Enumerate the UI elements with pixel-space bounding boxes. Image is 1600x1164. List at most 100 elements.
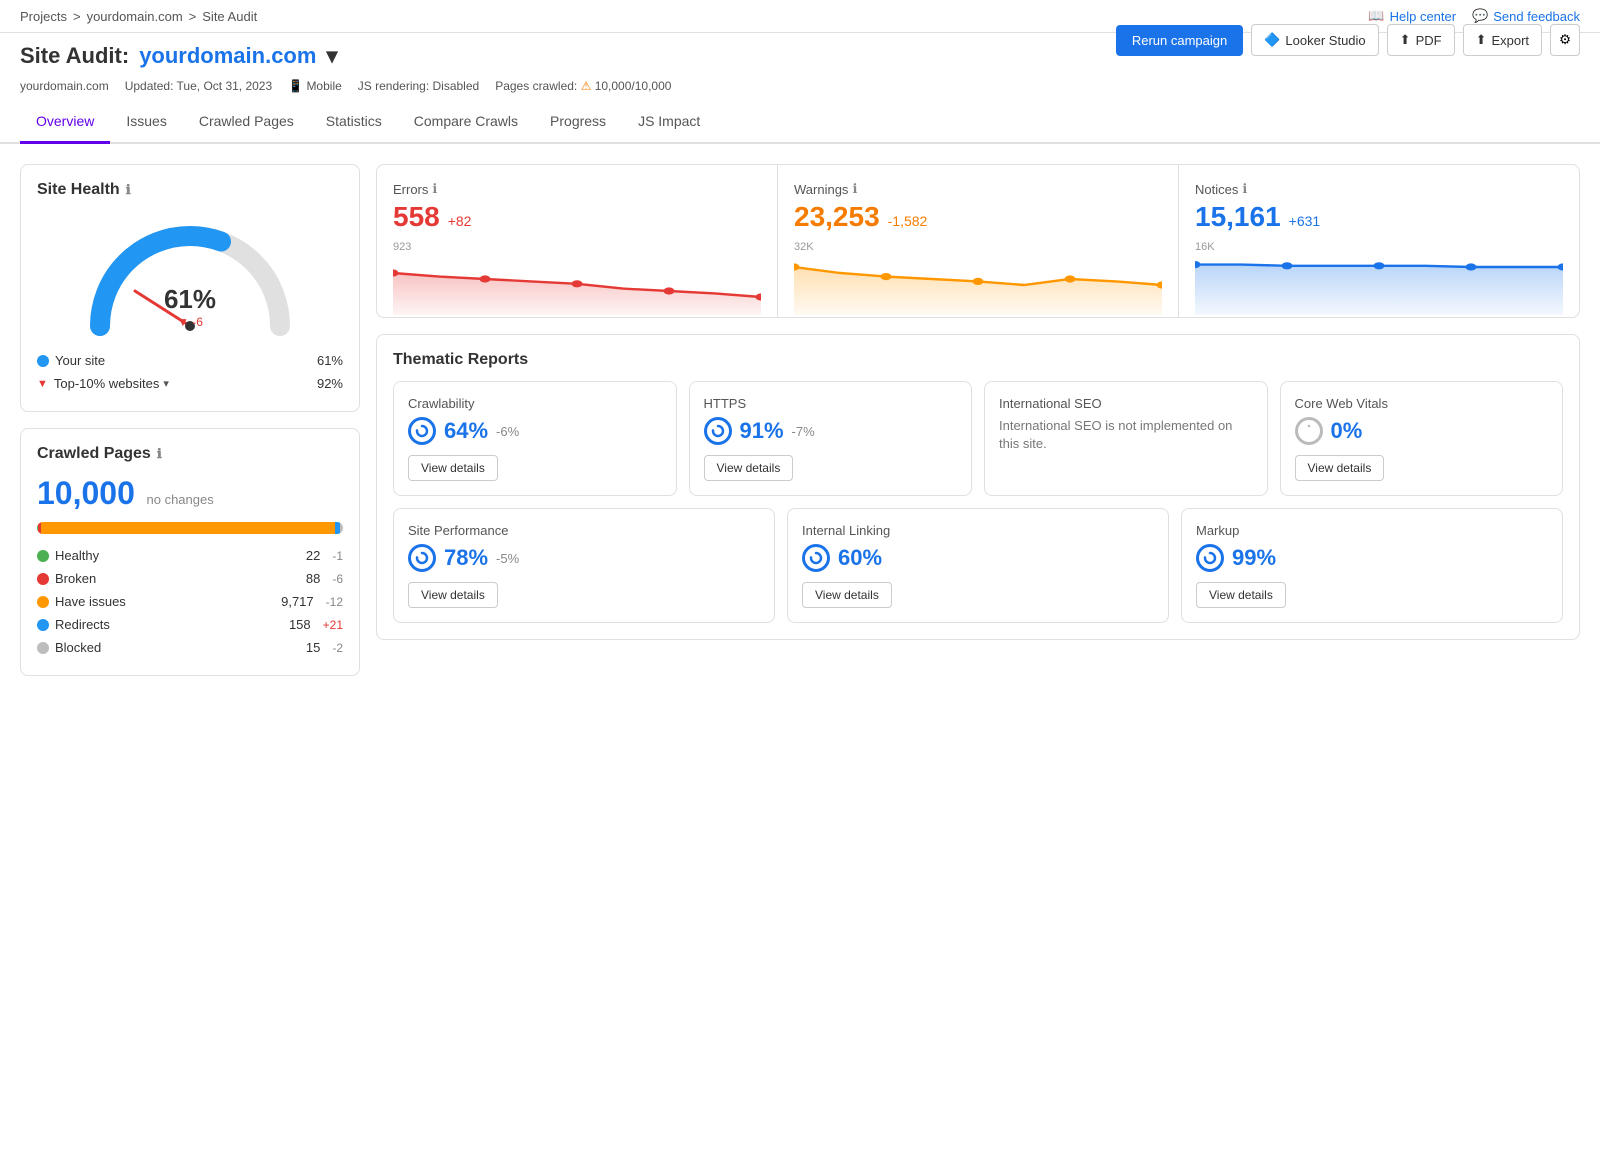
- legend-item-label: Broken: [55, 571, 96, 586]
- crawled-legend-item: Blocked 15 -2: [37, 636, 343, 659]
- score-circle-icon: [704, 417, 732, 445]
- notices-delta: +631: [1289, 213, 1321, 229]
- score-value: 91%: [740, 418, 784, 444]
- left-column: Site Health ℹ 61% ▼ -6: [20, 164, 360, 676]
- nav-tab-progress[interactable]: Progress: [534, 101, 622, 144]
- warnings-value: 23,253: [794, 201, 880, 233]
- nav-tab-compare-crawls[interactable]: Compare Crawls: [398, 101, 534, 144]
- domain-link[interactable]: yourdomain.com: [139, 43, 316, 69]
- legend-item-delta: -1: [332, 549, 343, 563]
- score-value: 99%: [1232, 545, 1276, 571]
- page-title: Site Audit: yourdomain.com ▾: [20, 43, 337, 69]
- errors-delta: +82: [448, 213, 472, 229]
- thematic-title: Thematic Reports: [393, 351, 1563, 369]
- score-circle-icon: [802, 544, 830, 572]
- report-card-core-web-vitals: Core Web Vitals 0% View details: [1280, 381, 1564, 496]
- breadcrumb-page: Site Audit: [202, 9, 257, 24]
- breadcrumb-projects[interactable]: Projects: [20, 9, 67, 24]
- nav-tab-js-impact[interactable]: JS Impact: [622, 101, 716, 144]
- report-name: Core Web Vitals: [1295, 396, 1549, 411]
- warnings-metric: Warnings ℹ 23,253 -1,582 32K: [778, 165, 1179, 317]
- rerun-button[interactable]: Rerun campaign: [1116, 25, 1243, 56]
- gauge-delta: ▼ -6: [164, 315, 216, 329]
- send-feedback-link[interactable]: 💬 Send feedback: [1472, 8, 1580, 24]
- pdf-button[interactable]: ⬆ PDF: [1387, 24, 1455, 56]
- meta-js: JS rendering: Disabled: [358, 79, 479, 93]
- warnings-label: Warnings ℹ: [794, 181, 1162, 197]
- errors-label: Errors ℹ: [393, 181, 761, 197]
- meta-bar: yourdomain.com Updated: Tue, Oct 31, 202…: [0, 75, 1600, 101]
- report-name: HTTPS: [704, 396, 958, 411]
- circle-progress-svg: [808, 550, 824, 566]
- feedback-icon: 💬: [1472, 8, 1488, 24]
- pdf-icon: ⬆: [1400, 32, 1411, 48]
- domain-dropdown[interactable]: ▾: [326, 43, 337, 69]
- legend-dot: [37, 573, 49, 585]
- header-controls: Rerun campaign 🔷 Looker Studio ⬆ PDF ⬆ E…: [1116, 24, 1580, 56]
- site-health-card: Site Health ℹ 61% ▼ -6: [20, 164, 360, 412]
- view-details-button[interactable]: View details: [408, 582, 498, 608]
- thematic-reports-card: Thematic Reports Crawlability 64% -6% Vi…: [376, 334, 1580, 640]
- nav-tab-crawled-pages[interactable]: Crawled Pages: [183, 101, 310, 144]
- report-name: International SEO: [999, 396, 1253, 411]
- legend-item-delta: -12: [326, 595, 343, 609]
- breadcrumb-sep2: >: [189, 9, 197, 24]
- errors-chart: 923: [393, 241, 761, 301]
- report-name: Internal Linking: [802, 523, 1154, 538]
- report-score: 91% -7%: [704, 417, 958, 445]
- report-card-markup: Markup 99% View details: [1181, 508, 1563, 623]
- circle-progress-svg: [710, 423, 726, 439]
- site-health-info-icon[interactable]: ℹ: [126, 182, 131, 198]
- crawled-legend: Healthy 22 -1 Broken 88 -6 Have issues 9…: [37, 544, 343, 659]
- warnings-chart-svg: [794, 255, 1162, 315]
- notices-value: 15,161: [1195, 201, 1281, 233]
- gauge-percentage: 61%: [164, 284, 216, 314]
- report-score: 60%: [802, 544, 1154, 572]
- site-health-title: Site Health ℹ: [37, 181, 343, 199]
- report-name: Markup: [1196, 523, 1548, 538]
- triangle-icon: ▼: [177, 315, 189, 329]
- score-circle-icon: [1196, 544, 1224, 572]
- report-score: International SEO is not implemented on …: [999, 417, 1253, 453]
- warnings-info-icon[interactable]: ℹ: [852, 181, 857, 197]
- view-details-button[interactable]: View details: [1196, 582, 1286, 608]
- gauge-container: 61% ▼ -6: [37, 211, 343, 341]
- legend-your-site: Your site 61%: [37, 349, 343, 372]
- view-details-button[interactable]: View details: [408, 455, 498, 481]
- looker-studio-button[interactable]: 🔷 Looker Studio: [1251, 24, 1378, 56]
- score-value: 60%: [838, 545, 882, 571]
- legend-dot: [37, 596, 49, 608]
- report-card-international-seo: International SEO International SEO is n…: [984, 381, 1268, 496]
- crawled-bar: [37, 522, 343, 534]
- view-details-button[interactable]: View details: [1295, 455, 1385, 481]
- top10-dropdown-arrow[interactable]: ▾: [163, 377, 169, 390]
- errors-info-icon[interactable]: ℹ: [432, 181, 437, 197]
- meta-updated: Updated: Tue, Oct 31, 2023: [125, 79, 272, 93]
- crawled-legend-item: Healthy 22 -1: [37, 544, 343, 567]
- crawled-pages-info-icon[interactable]: ℹ: [157, 446, 162, 462]
- top-actions: 📖 Help center 💬 Send feedback: [1368, 8, 1580, 24]
- report-card-site-performance: Site Performance 78% -5% View details: [393, 508, 775, 623]
- report-name: Site Performance: [408, 523, 760, 538]
- nav-tab-overview[interactable]: Overview: [20, 101, 110, 144]
- nav-tab-statistics[interactable]: Statistics: [310, 101, 398, 144]
- report-score: 0%: [1295, 417, 1549, 445]
- breadcrumb-domain[interactable]: yourdomain.com: [87, 9, 183, 24]
- report-score: 78% -5%: [408, 544, 760, 572]
- top10-triangle: ▼: [37, 378, 48, 390]
- notices-info-icon[interactable]: ℹ: [1242, 181, 1247, 197]
- circle-progress-svg: [414, 550, 430, 566]
- help-center-link[interactable]: 📖 Help center: [1368, 8, 1456, 24]
- top-reports-grid: Crawlability 64% -6% View details HTTPS: [393, 381, 1563, 496]
- report-name: Crawlability: [408, 396, 662, 411]
- export-button[interactable]: ⬆ Export: [1463, 24, 1542, 56]
- meta-pages: Pages crawled: ⚠ 10,000/10,000: [495, 79, 671, 93]
- view-details-button[interactable]: View details: [704, 455, 794, 481]
- settings-button[interactable]: ⚙: [1550, 24, 1580, 56]
- score-delta: -6%: [496, 424, 519, 439]
- meta-device: 📱 Mobile: [288, 79, 342, 93]
- legend-item-delta: -2: [332, 641, 343, 655]
- crawled-count: 10,000: [37, 475, 135, 511]
- nav-tab-issues[interactable]: Issues: [110, 101, 182, 144]
- view-details-button[interactable]: View details: [802, 582, 892, 608]
